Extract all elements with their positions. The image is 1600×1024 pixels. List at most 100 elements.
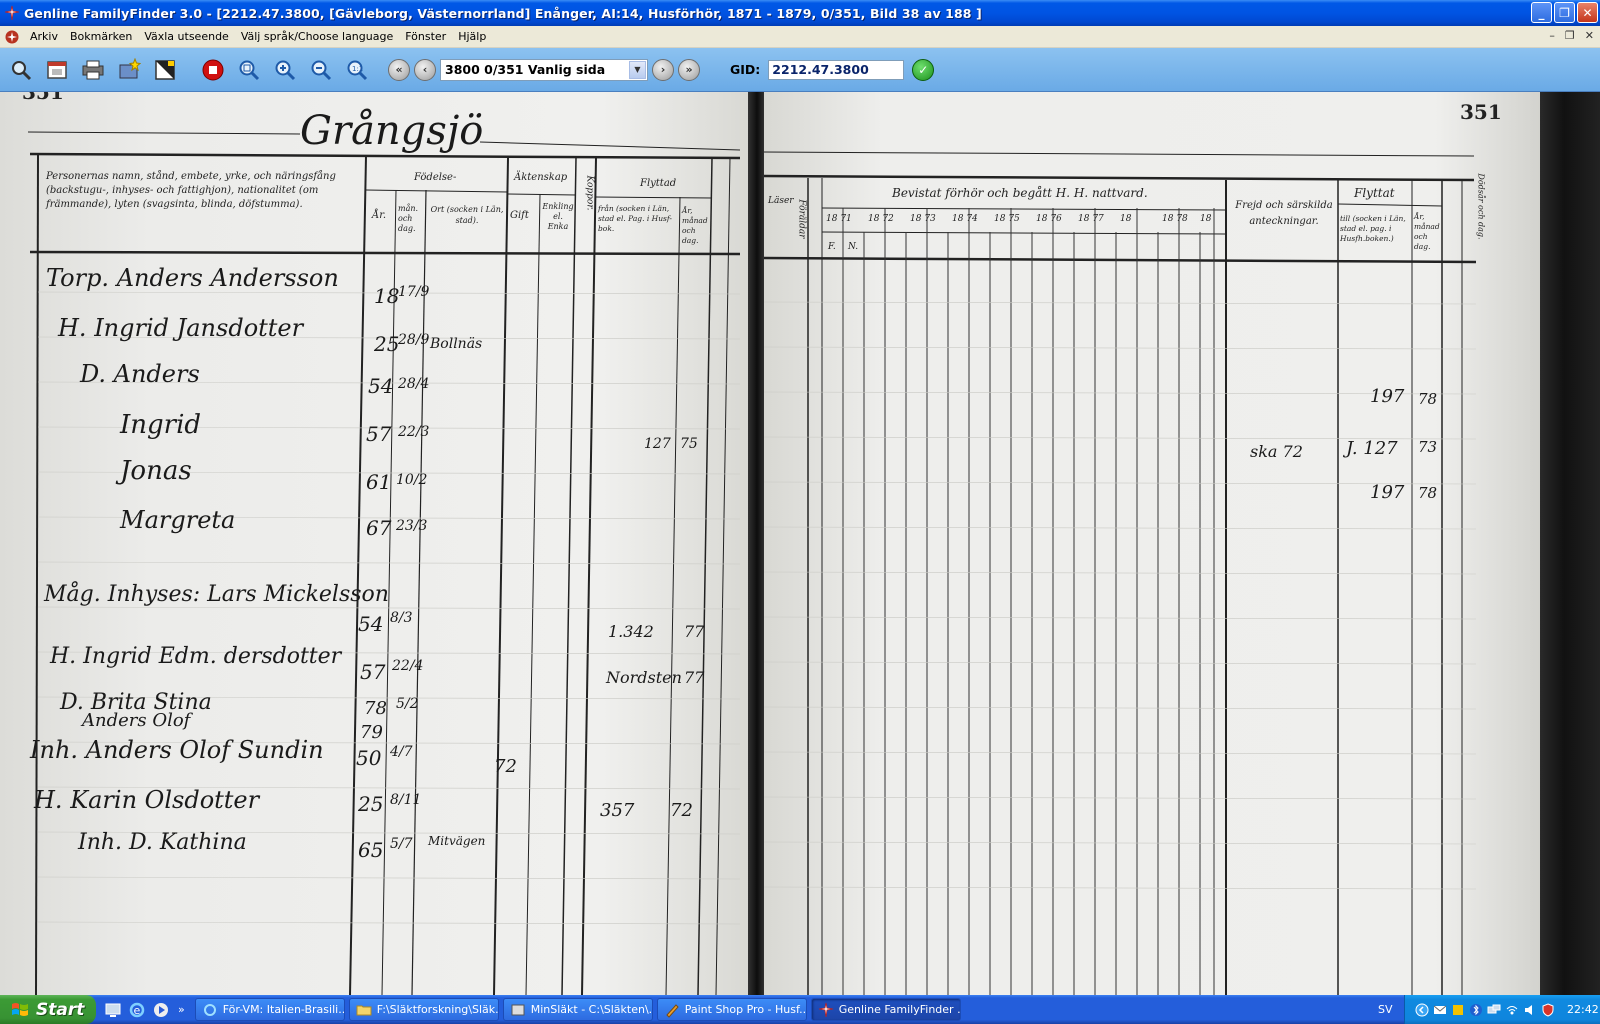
svg-text:e: e (134, 1004, 141, 1017)
network-icon[interactable] (1487, 1003, 1501, 1017)
doc-close-button[interactable]: ✕ (1585, 29, 1594, 42)
wireless-icon[interactable] (1505, 1003, 1519, 1017)
entry-year-13: 65 (358, 838, 384, 862)
restore-button[interactable]: ❐ (1554, 2, 1575, 23)
header-year-18: 18 (1120, 214, 1132, 224)
entry-year-8: 57 (360, 660, 386, 684)
entry-date-4: 22/3 (398, 424, 430, 440)
title-bar[interactable]: Genline FamilyFinder 3.0 - [2212.47.3800… (0, 0, 1600, 26)
task-minslakt[interactable]: MinSläkt - C:\Släkten\... (502, 998, 653, 1021)
page-select-value: 3800 0/351 Vanlig sida (445, 62, 606, 77)
entry-date-7: 8/3 (390, 610, 413, 626)
print-preview-button[interactable] (42, 55, 72, 85)
document-viewer[interactable]: 351 Grångsjö Personernas namn, stånd, em… (0, 92, 1600, 995)
header-to: till (socken i Län, stad el. pag. i Husf… (1340, 214, 1406, 243)
task-paintshop[interactable]: Paint Shop Pro - Husf... (656, 998, 807, 1021)
gid-input[interactable]: 2212.47.3800 (768, 59, 905, 80)
task-fotboll[interactable]: För-VM: Italien-Brasili... (194, 998, 345, 1021)
header-year-1873: 18 73 (910, 214, 936, 224)
double-chevron-left-icon: « (395, 63, 403, 76)
entry-moved-8: Nordsten (606, 668, 682, 687)
menu-hjalp[interactable]: Hjälp (452, 30, 492, 43)
svg-text:1:1: 1:1 (352, 65, 363, 73)
menu-arkiv[interactable]: Arkiv (24, 30, 64, 43)
header-names: Personernas namn, stånd, embete, yrke, o… (46, 171, 336, 210)
search-button[interactable] (6, 55, 36, 85)
last-page-button[interactable]: » (678, 58, 700, 81)
print-button[interactable] (78, 55, 108, 85)
header-year-1878: 18 78 (1162, 214, 1188, 224)
minimize-button[interactable]: _ (1531, 2, 1552, 23)
book-edge (1540, 92, 1600, 995)
entry-name-8: H. Ingrid Edm. dersdotter (50, 644, 342, 669)
doc-minimize-button[interactable]: – (1549, 29, 1555, 42)
chevron-left-icon[interactable] (1415, 1003, 1429, 1017)
header-from: från (socken i Län, stad el. Pag. i Husf… (598, 204, 672, 233)
close-button[interactable]: ✕ (1577, 2, 1598, 23)
task-explorer[interactable]: F:\Släktforskning\Släk... (348, 998, 499, 1021)
entry-moved-12: 357 (600, 800, 635, 821)
entry-name-3: D. Anders (80, 360, 200, 388)
zoom-fit-button[interactable] (234, 55, 264, 85)
entry-year-1: 18 (374, 284, 400, 308)
page-select[interactable]: 3800 0/351 Vanlig sida ▼ (440, 58, 648, 81)
header-birth: Födelse- (414, 172, 457, 183)
windows-flag-icon (12, 1002, 28, 1016)
entry-name-11: Inh. Anders Olof Sundin (30, 736, 324, 764)
volume-icon[interactable] (1523, 1003, 1537, 1017)
adjust-button[interactable] (150, 55, 180, 85)
entry-name-4: Ingrid (120, 410, 202, 440)
note-1: ska 72 (1250, 442, 1303, 461)
chevron-down-icon[interactable]: ▼ (629, 60, 646, 79)
mail-icon[interactable] (1433, 1003, 1447, 1017)
app-tray-icon[interactable] (1451, 1003, 1465, 1017)
entry-date-5: 10/2 (396, 472, 428, 488)
next-page-button[interactable]: › (652, 58, 674, 81)
go-button[interactable]: ✓ (912, 58, 935, 81)
zoom-actual-button[interactable]: 1:1 (342, 55, 372, 85)
bluetooth-icon[interactable] (1469, 1003, 1483, 1017)
header-year: År. (372, 210, 387, 221)
desktop-icon[interactable] (104, 1001, 122, 1019)
header-death: Dödsår och dag. (1476, 173, 1486, 240)
entry-date-1: 17/9 (398, 284, 430, 300)
entry-movedyear-4: 75 (680, 436, 698, 452)
quick-launch-more[interactable]: » (178, 1003, 185, 1016)
app-icon (4, 5, 20, 21)
document-icon[interactable] (4, 29, 20, 45)
media-player-icon[interactable] (152, 1001, 170, 1019)
entry-married-11: 72 (494, 756, 517, 777)
header-n: N. (848, 242, 859, 252)
language-indicator[interactable]: SV (1378, 1003, 1393, 1016)
zoom-out-button[interactable] (306, 55, 336, 85)
note-3: 197 (1370, 386, 1405, 407)
entry-movedyear-12: 72 (670, 800, 693, 821)
stop-button[interactable] (198, 55, 228, 85)
task-label: För-VM: Italien-Brasili... (222, 1003, 345, 1016)
doc-restore-button[interactable]: ❐ (1565, 29, 1575, 42)
zoom-in-button[interactable] (270, 55, 300, 85)
header-exam: Bevistat förhör och begått H. H. nattvar… (892, 186, 1148, 200)
previous-page-button[interactable]: ‹ (414, 58, 436, 81)
stop-icon (202, 59, 224, 80)
entry-year-2: 25 (374, 332, 400, 356)
clock[interactable]: 22:42 (1567, 1003, 1599, 1016)
entry-date-11: 4/7 (390, 744, 413, 760)
menu-fonster[interactable]: Fönster (399, 30, 452, 43)
header-vaccine: Koppor. (584, 175, 595, 211)
menu-valj-sprak[interactable]: Välj språk/Choose language (235, 30, 399, 43)
menu-bokmarken[interactable]: Bokmärken (64, 30, 138, 43)
entry-year-10: 79 (360, 722, 383, 743)
entry-date-12: 8/11 (390, 792, 422, 808)
security-icon[interactable] (1541, 1002, 1555, 1017)
system-tray: 22:42 (1404, 995, 1600, 1024)
start-button[interactable]: Start (0, 995, 96, 1024)
entry-name-1: Torp. Anders Andersson (46, 264, 339, 292)
entry-moved-7: 1.342 (608, 622, 654, 641)
header-year-18b: 18 (1200, 214, 1212, 224)
bookmark-button[interactable] (114, 55, 144, 85)
first-page-button[interactable]: « (388, 58, 410, 81)
task-genline[interactable]: Genline FamilyFinder ... (810, 998, 961, 1021)
menu-vaxla-utseende[interactable]: Växla utseende (138, 30, 235, 43)
internet-explorer-icon[interactable]: e (128, 1001, 146, 1019)
